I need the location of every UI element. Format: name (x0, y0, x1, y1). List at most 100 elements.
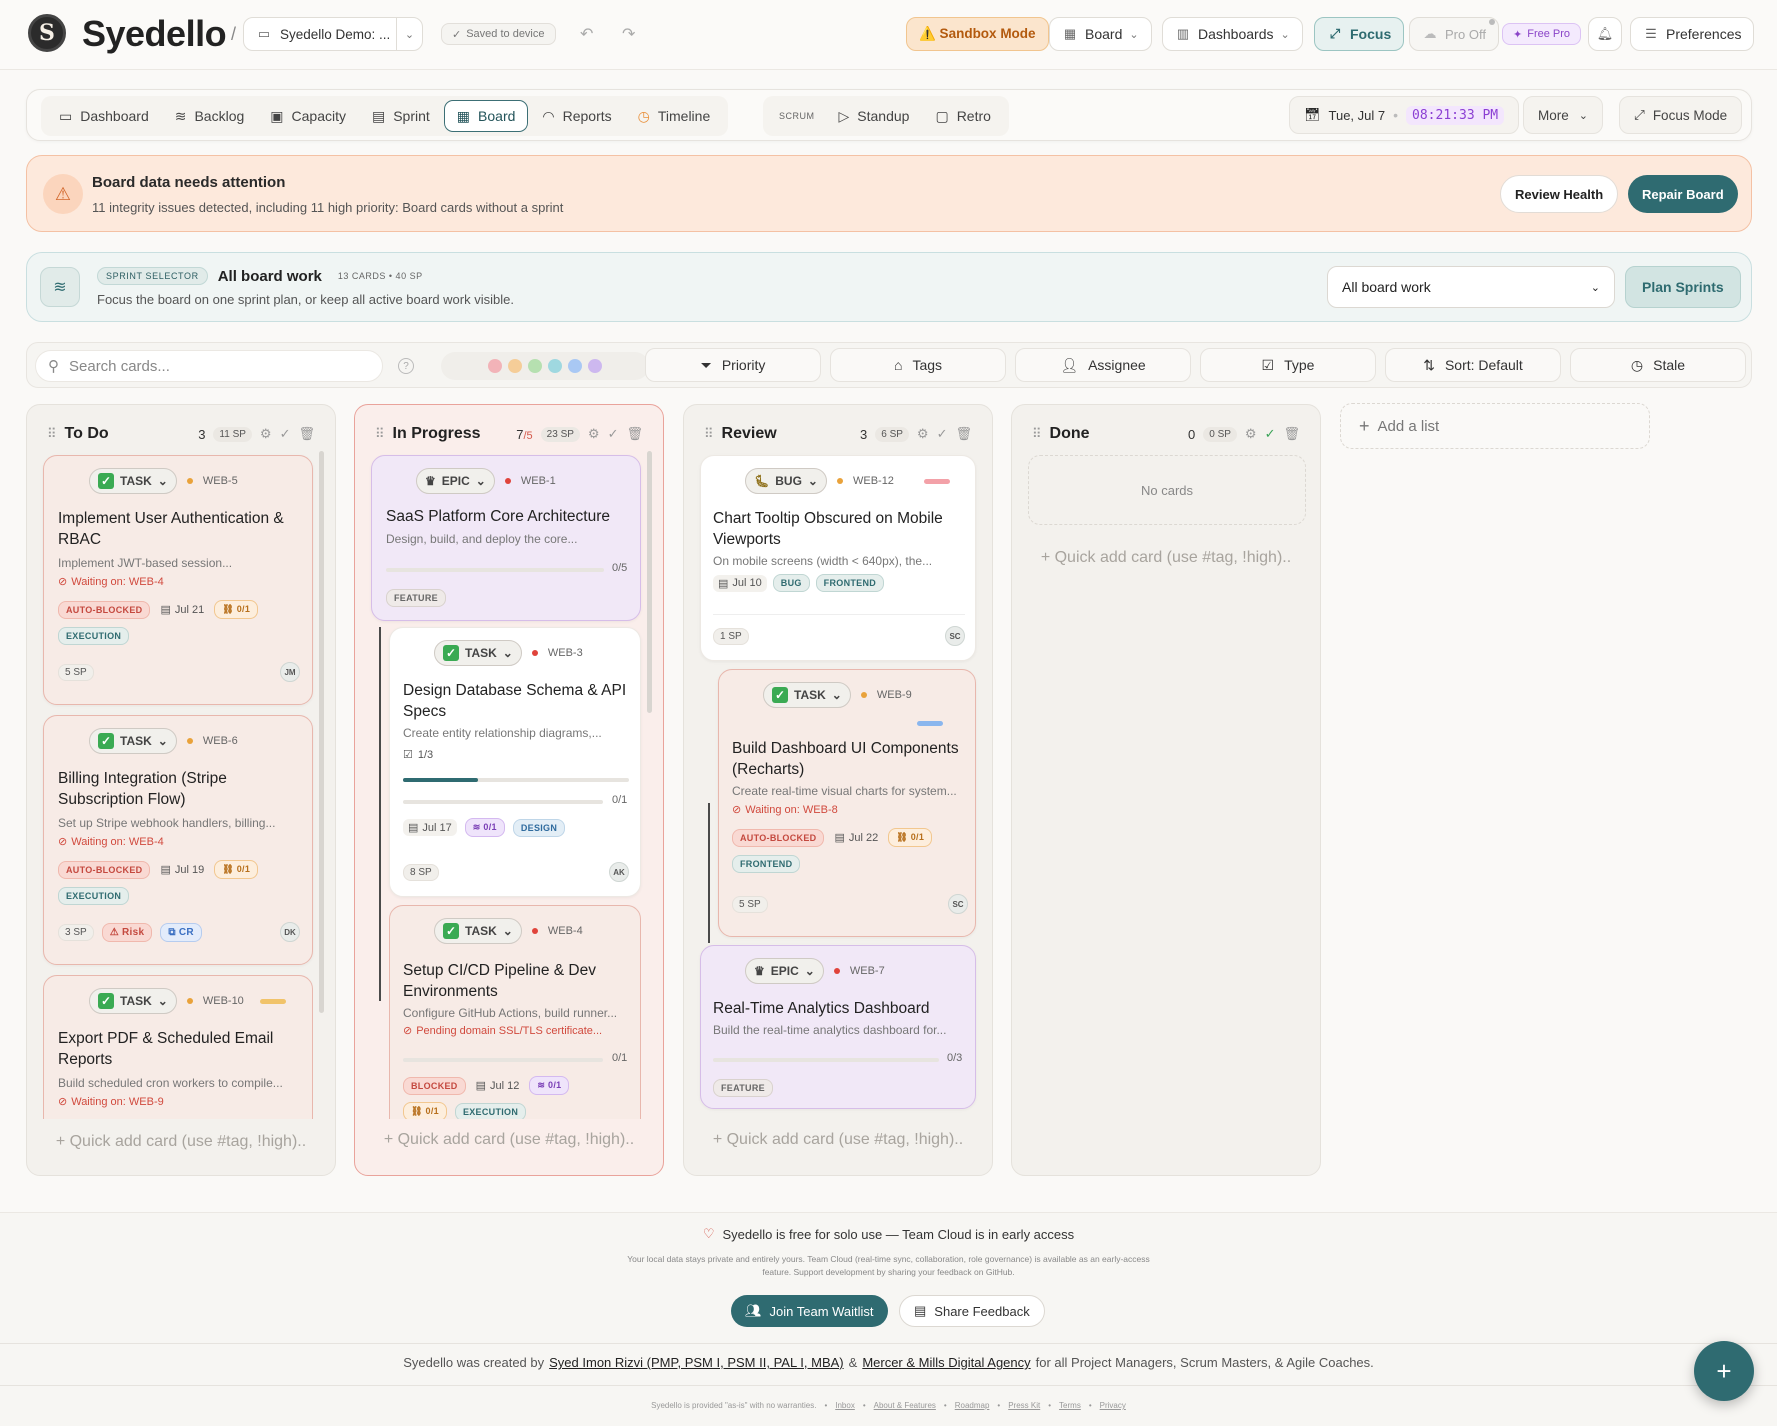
drag-handle-icon[interactable]: ⠿ (47, 426, 57, 442)
share-feedback-button[interactable]: ▤ Share Feedback (899, 1295, 1045, 1327)
help-icon[interactable]: ? (398, 358, 414, 374)
tab-retro[interactable]: ▢ Retro (923, 100, 1002, 132)
trash-icon[interactable]: 🗑︎ (1283, 426, 1300, 442)
stale-filter[interactable]: ◷ Stale (1570, 348, 1746, 382)
join-waitlist-button[interactable]: 👥︎ Join Team Waitlist (731, 1295, 888, 1327)
dashboards-dropdown[interactable]: ▥ Dashboards ⌄ (1162, 17, 1303, 51)
focus-button[interactable]: ⤢ Focus (1314, 17, 1405, 51)
avatar[interactable]: SC (945, 626, 965, 646)
undo-icon[interactable]: ↶ (580, 24, 593, 44)
tab-timeline[interactable]: ◷ Timeline (626, 100, 723, 132)
color-dot[interactable] (568, 359, 582, 373)
type-badge[interactable]: ✓ TASK ⌄ (434, 640, 522, 666)
avatar[interactable]: JM (280, 662, 300, 682)
card-web-4[interactable]: ✓ TASK ⌄ WEB-4 Setup CI/CD Pipeline & Dev … (389, 905, 641, 1119)
type-badge[interactable]: ✓ TASK ⌄ (89, 728, 177, 754)
settings-icon[interactable]: ⚙ (588, 426, 600, 442)
drag-handle-icon[interactable]: ⠿ (1032, 426, 1042, 442)
card-web-10[interactable]: ✓ TASK ⌄ WEB-10 Export PDF & Scheduled Ema… (43, 975, 313, 1119)
tab-sprint[interactable]: ▤ Sprint (360, 100, 442, 132)
drag-handle-icon[interactable]: ⠿ (375, 426, 385, 442)
footer-link-privacy[interactable]: Privacy (1100, 1401, 1126, 1410)
assignee-filter[interactable]: 👤︎ Assignee (1015, 348, 1191, 382)
column-title[interactable]: Done (1050, 425, 1180, 443)
quick-add-input[interactable]: + Quick add card (use #tag, !high).. (1012, 549, 1320, 567)
repair-board-button[interactable]: Repair Board (1628, 175, 1738, 213)
trash-icon[interactable]: 🗑︎ (298, 426, 315, 442)
column-title[interactable]: To Do (65, 425, 191, 443)
scrollbar[interactable] (319, 451, 324, 1013)
type-badge[interactable]: ✓ TASK ⌄ (434, 918, 522, 944)
card-web-6[interactable]: ✓ TASK ⌄ WEB-6 Billing Integration (Stripe… (43, 715, 313, 965)
type-badge[interactable]: ✓ TASK ⌄ (89, 988, 177, 1014)
settings-icon[interactable]: ⚙ (917, 426, 929, 442)
sprint-select[interactable]: All board work ⌄ (1327, 266, 1615, 308)
author-link[interactable]: Syed Imon Rizvi (PMP, PSM I, PSM II, PAL… (549, 1355, 844, 1370)
trash-icon[interactable]: 🗑︎ (955, 426, 972, 442)
quick-add-input[interactable]: + Quick add card (use #tag, !high).. (684, 1131, 992, 1149)
footer-link-press[interactable]: Press Kit (1008, 1401, 1040, 1410)
redo-icon[interactable]: ↷ (622, 24, 635, 44)
card-web-1[interactable]: ♛ EPIC ⌄ WEB-1 SaaS Platform Core Architec… (371, 455, 641, 621)
more-dropdown[interactable]: More ⌄ (1523, 96, 1603, 134)
column-title[interactable]: In Progress (393, 425, 509, 443)
avatar[interactable]: AK (609, 862, 629, 882)
plan-sprints-button[interactable]: Plan Sprints (1625, 266, 1741, 308)
footer-link-roadmap[interactable]: Roadmap (955, 1401, 990, 1410)
card-web-9[interactable]: ✓ TASK ⌄ WEB-9 Build Dashboard UI Componen… (718, 669, 976, 937)
check-icon[interactable]: ✓ (608, 426, 619, 442)
footer-link-about[interactable]: About & Features (874, 1401, 936, 1410)
column-title[interactable]: Review (722, 425, 852, 443)
tab-standup[interactable]: ▷ Standup (827, 100, 922, 132)
color-dot[interactable] (528, 359, 542, 373)
scrollbar[interactable] (647, 451, 652, 713)
chevron-down-icon[interactable]: ⌄ (396, 17, 422, 51)
search-input[interactable]: ⚲ Search cards... (35, 350, 383, 382)
agency-link[interactable]: Mercer & Mills Digital Agency (862, 1355, 1030, 1370)
add-card-fab[interactable]: + (1694, 1341, 1754, 1401)
board-view-dropdown[interactable]: ▦ Board ⌄ (1049, 17, 1152, 51)
add-list-button[interactable]: + Add a list (1340, 403, 1650, 449)
preferences-button[interactable]: ☰ Preferences (1630, 17, 1755, 51)
check-icon[interactable]: ✓ (937, 426, 948, 442)
tab-reports[interactable]: ◠ Reports (530, 100, 623, 132)
tab-board[interactable]: ▦ Board (443, 100, 529, 132)
settings-icon[interactable]: ⚙ (1245, 426, 1257, 442)
color-dot[interactable] (588, 359, 602, 373)
trash-icon[interactable]: 🗑︎ (626, 426, 643, 442)
color-dot[interactable] (548, 359, 562, 373)
check-icon[interactable]: ✓ (1265, 426, 1276, 442)
quick-add-input[interactable]: + Quick add card (use #tag, !high).. (355, 1131, 663, 1149)
type-badge[interactable]: 🐛︎ BUG ⌄ (745, 468, 827, 494)
footer-link-inbox[interactable]: Inbox (835, 1401, 855, 1410)
sort-dropdown[interactable]: ⇅ Sort: Default (1385, 348, 1561, 382)
type-badge[interactable]: ✓ TASK ⌄ (89, 468, 177, 494)
review-health-button[interactable]: Review Health (1500, 175, 1619, 213)
type-badge[interactable]: ♛ EPIC ⌄ (416, 468, 495, 494)
avatar[interactable]: SC (948, 894, 968, 914)
color-dot[interactable] (508, 359, 522, 373)
notifications-button[interactable]: 🔔︎ (1588, 17, 1622, 51)
pro-toggle[interactable]: ☁ Pro Off (1409, 17, 1499, 51)
priority-filter[interactable]: ⏷ Priority (645, 348, 821, 382)
card-web-7[interactable]: ♛ EPIC ⌄ WEB-7 Real-Time Analytics Dashboa… (700, 945, 976, 1109)
tab-backlog[interactable]: ≋ Backlog (163, 100, 257, 132)
footer-link-terms[interactable]: Terms (1059, 1401, 1081, 1410)
tags-filter[interactable]: ⌂ Tags (830, 348, 1006, 382)
focus-mode-button[interactable]: ⤢ Focus Mode (1619, 96, 1743, 134)
type-filter[interactable]: ☑ Type (1200, 348, 1376, 382)
color-dot[interactable] (488, 359, 502, 373)
card-web-12[interactable]: 🐛︎ BUG ⌄ WEB-12 Chart Tooltip Obscured on … (700, 455, 976, 661)
avatar[interactable]: DK (280, 922, 300, 942)
drag-handle-icon[interactable]: ⠿ (704, 426, 714, 442)
free-pro-badge[interactable]: ✦ Free Pro (1502, 23, 1582, 45)
tab-capacity[interactable]: ▣ Capacity (258, 100, 358, 132)
app-logo[interactable]: S (28, 14, 66, 52)
check-icon[interactable]: ✓ (280, 426, 291, 442)
type-badge[interactable]: ♛ EPIC ⌄ (745, 958, 824, 984)
type-badge[interactable]: ✓ TASK ⌄ (763, 682, 851, 708)
sandbox-mode-button[interactable]: ⚠️ Sandbox Mode (906, 17, 1049, 51)
quick-add-input[interactable]: + Quick add card (use #tag, !high).. (27, 1133, 335, 1151)
card-web-5[interactable]: ✓ TASK ⌄ WEB-5 Implement User Authenticati… (43, 455, 313, 705)
tab-dashboard[interactable]: ▭ Dashboard (47, 100, 161, 132)
